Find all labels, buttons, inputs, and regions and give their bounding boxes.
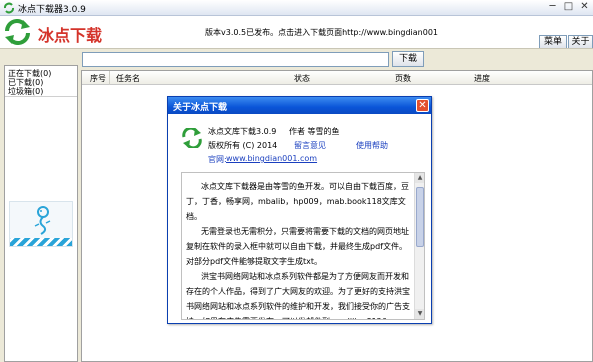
description-text: 冰点文库下载器是由等雪的鱼开发。可以自由下载百度，豆丁，丁香，畅享网，mbali… [186,179,412,319]
description-paragraph: 洪宝书网络网站和冰点系列软件都是为了方便网友而开发和存在的个人作品，得到了广大网… [186,272,410,319]
logo-refresh-icon [5,19,30,45]
dialog-body: 冰点文库下载3.0.9 作者 等雪的鱼 版权所有 (C) 2014 留言意见 使… [168,114,431,323]
logo-text: 冰点下载 [38,26,103,45]
scroll-up-icon[interactable]: ▲ [415,173,424,183]
table-header: 序号 任务名 状态 页数 进度 [82,71,592,85]
help-link[interactable]: 使用帮助 [356,140,388,151]
url-input[interactable] [82,52,389,67]
window-titlebar[interactable]: 冰点下载器3.0.9 ─ □ ✕ [0,0,593,16]
scroll-thumb[interactable] [416,187,424,247]
feedback-link[interactable]: 留言意见 [294,140,326,151]
close-button[interactable]: ✕ [577,1,592,14]
app-header: 冰点下载 版本v3.0.5已发布。点击进入下载页面http://www.bing… [0,16,593,49]
column-header-status[interactable]: 状态 [294,73,310,84]
scroll-down-icon[interactable]: ▼ [415,309,424,319]
column-header-index[interactable]: 序号 [90,73,106,84]
mascot-icon [34,206,51,235]
description-textbox[interactable]: 冰点文库下载器是由等雪的鱼开发。可以自由下载百度，豆丁，丁香，畅享网，mbali… [181,172,425,320]
column-divider[interactable] [109,71,110,85]
banner-stripe [10,238,72,246]
mascot-banner[interactable] [9,201,73,247]
download-button[interactable]: 下载 [392,51,424,67]
sidebar-divider [5,96,77,97]
dialog-close-button[interactable]: ✕ [416,99,429,112]
window-title: 冰点下载器3.0.9 [18,5,86,15]
site-link[interactable]: www.bingdian001.com [226,154,317,163]
category-sidebar: 正在下载(0) 已下载(0) 垃圾箱(0) [4,65,78,362]
description-paragraph: 冰点文库下载器是由等雪的鱼开发。可以自由下载百度，豆丁，丁香，畅享网，mbali… [186,182,409,221]
description-paragraph: 无需登录也无需积分，只需要将需要下载的文档的网页地址复制在软件的录入框中就可以自… [186,227,409,266]
menu-button[interactable]: 菜单 [539,35,567,49]
copyright: 版权所有 (C) 2014 [208,141,278,150]
app-name: 冰点文库下载3.0.9 [208,127,277,136]
dialog-titlebar[interactable]: 关于冰点下载 ✕ [168,97,431,114]
dialog-logo-icon [182,128,202,148]
site-label: 官网: [208,155,227,164]
about-dialog: 关于冰点下载 ✕ 冰点文库下载3.0.9 作者 等雪的鱼 版权所有 (C) 20… [167,96,432,324]
vertical-scrollbar[interactable]: ▲ ▼ [414,173,424,319]
dialog-title: 关于冰点下载 [173,103,228,113]
url-bar: 下载 [0,48,593,68]
column-header-pages[interactable]: 页数 [395,73,411,84]
about-button[interactable]: 关于 [568,35,593,49]
column-header-progress[interactable]: 进度 [474,73,490,84]
minimize-button[interactable]: ─ [545,1,560,14]
column-header-task-name[interactable]: 任务名 [116,73,140,84]
app-refresh-icon [4,2,14,14]
author: 作者 等雪的鱼 [289,127,340,136]
version-notice-link[interactable]: 版本v3.0.5已发布。点击进入下载页面http://www.bingdian0… [205,27,438,38]
maximize-button[interactable]: □ [561,1,576,14]
